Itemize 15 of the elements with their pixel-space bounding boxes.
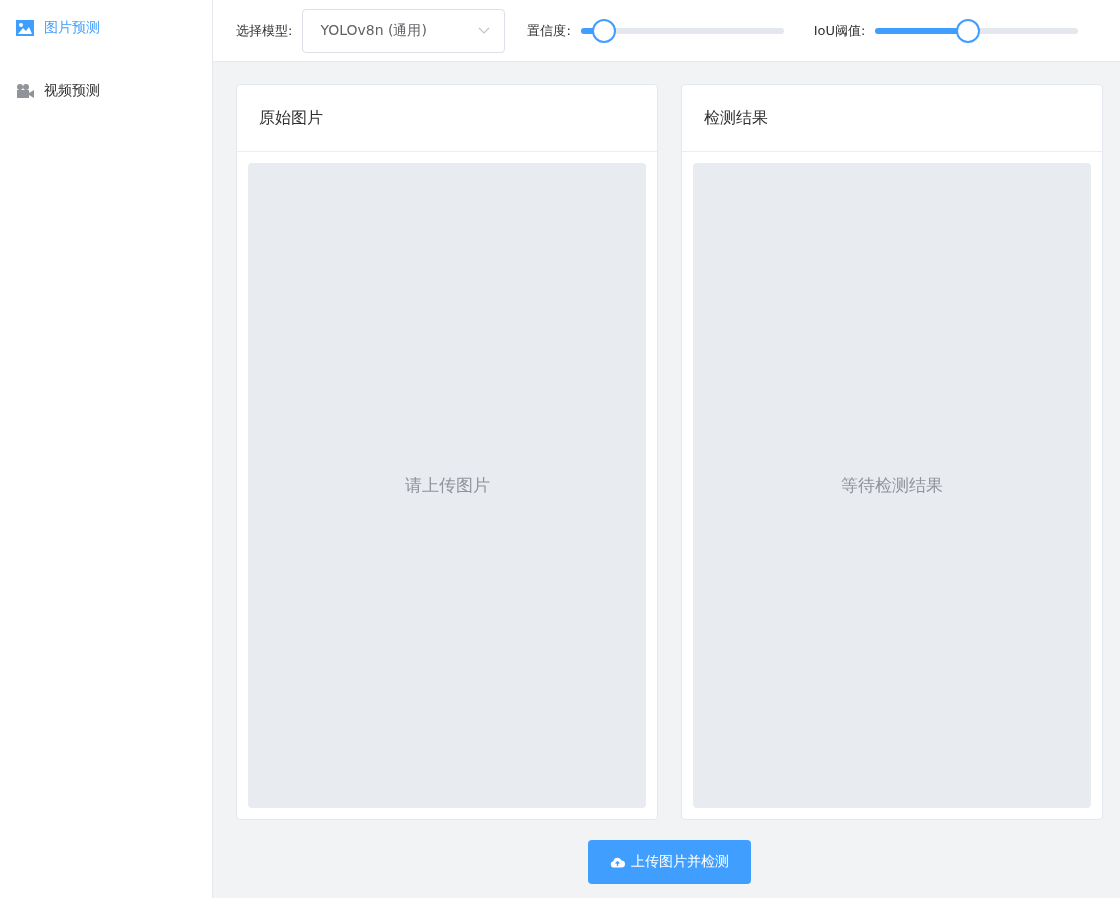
video-camera-icon	[16, 83, 34, 99]
slider-label: IoU阈值:	[813, 21, 866, 40]
chevron-down-icon	[478, 27, 491, 34]
panel-title: 检测结果	[704, 107, 768, 129]
image-icon	[16, 20, 34, 36]
slider-thumb[interactable]	[955, 18, 980, 43]
placeholder-text: 等待检测结果	[841, 474, 943, 497]
panel-title: 原始图片	[259, 107, 323, 129]
slider-thumb[interactable]	[592, 18, 617, 43]
placeholder-text: 请上传图片	[404, 474, 490, 497]
model-label: 选择模型:	[236, 21, 293, 40]
cloud-upload-icon	[610, 856, 625, 868]
slider-label: 置信度:	[527, 21, 571, 40]
sidebar-item[interactable]: 视频预测	[0, 71, 212, 111]
model-select[interactable]: YOLOv8n (通用)	[302, 8, 506, 53]
